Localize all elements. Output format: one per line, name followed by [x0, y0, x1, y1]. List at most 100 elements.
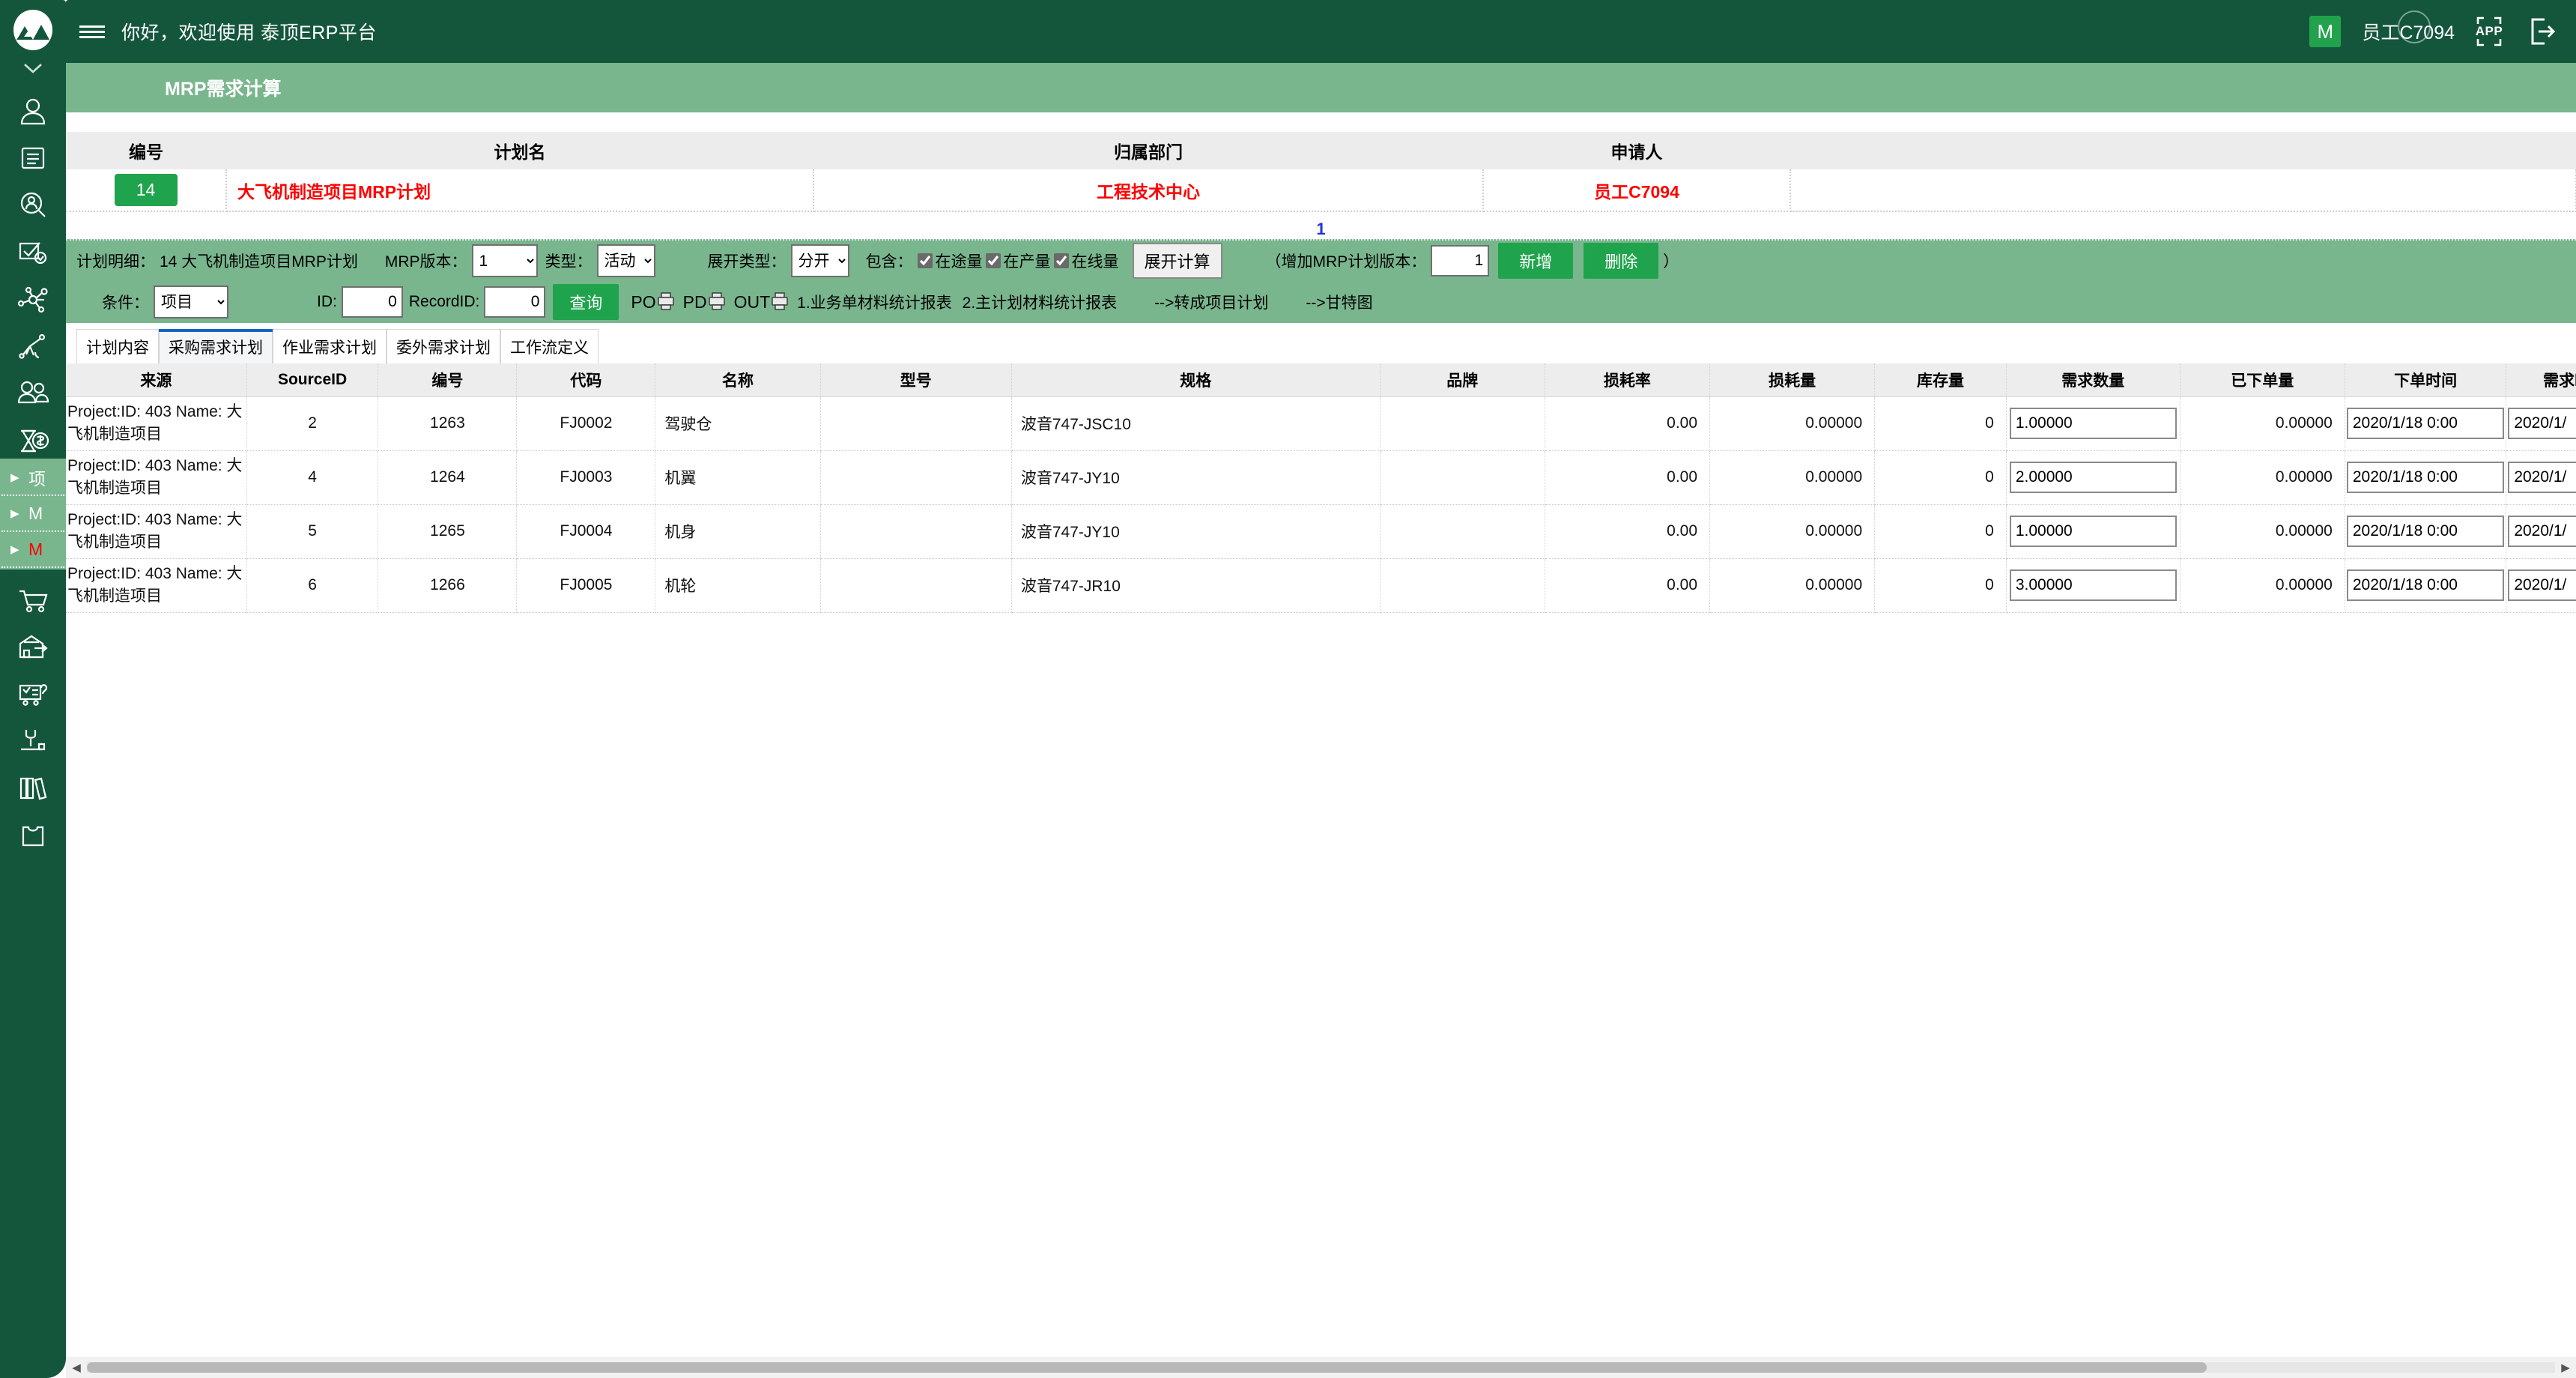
- col-code[interactable]: 编号: [66, 132, 226, 169]
- convert-to-project-plan-link[interactable]: -->转成项目计划: [1154, 291, 1268, 313]
- sidebar-item-people-group[interactable]: [0, 377, 66, 411]
- order-time-input[interactable]: [2346, 516, 2505, 547]
- report-link-business-material[interactable]: 1.业务单材料统计报表: [797, 291, 952, 313]
- table-row[interactable]: Project:ID: 403 Name: 大飞机制造项目 4 1264 FJ0003…: [66, 450, 2576, 505]
- table-row[interactable]: Project:ID: 403 Name: 大飞机制造项目 2 1263 FJ0002…: [66, 396, 2576, 451]
- col-plan-name[interactable]: 计划名: [226, 132, 813, 169]
- applicant-link[interactable]: 员工C7094: [1594, 182, 1679, 202]
- grid-col-loss-rate[interactable]: 损耗率: [1545, 363, 1711, 397]
- expand-calculate-button[interactable]: 展开计算: [1132, 243, 1222, 279]
- scroll-right-arrow[interactable]: ▶: [2555, 1361, 2576, 1374]
- demand-qty-input[interactable]: [2009, 462, 2177, 493]
- col-department[interactable]: 归属部门: [813, 132, 1483, 169]
- table-row[interactable]: Project:ID: 403 Name: 大飞机制造项目 5 1265 FJ0004…: [66, 504, 2576, 559]
- horizontal-scrollbar[interactable]: ◀ ▶: [66, 1357, 2576, 1378]
- report-link-master-plan-material[interactable]: 2.主计划材料统计报表: [963, 291, 1118, 313]
- app-download-icon[interactable]: APP: [2474, 15, 2504, 48]
- grid-col-name[interactable]: 名称: [655, 363, 821, 397]
- grid-col-spec[interactable]: 规格: [1011, 363, 1381, 397]
- sidebar-item-person-search[interactable]: [0, 188, 66, 223]
- sidebar-item-person[interactable]: [0, 94, 66, 128]
- add-button[interactable]: 新增: [1498, 243, 1574, 279]
- expand-type-select[interactable]: 分开: [790, 244, 849, 277]
- sidebar-item-books[interactable]: [0, 771, 66, 806]
- grid-col-demand-qty[interactable]: 需求数量: [2006, 363, 2180, 397]
- code-badge[interactable]: 14: [114, 174, 178, 206]
- mail-badge[interactable]: M: [2309, 16, 2342, 47]
- sidebar-item-cost-finance[interactable]: [0, 424, 66, 459]
- current-user-label[interactable]: 员工C7094: [2362, 10, 2455, 45]
- grid-col-brand[interactable]: 品牌: [1380, 363, 1545, 397]
- grid-col-loss-qty[interactable]: 损耗量: [1709, 363, 1876, 397]
- checkbox-in-production[interactable]: 在产量: [985, 250, 1051, 272]
- sidebar-item-tree-branch[interactable]: [0, 330, 66, 364]
- grid-col-stock-qty[interactable]: 库存量: [1874, 363, 2007, 397]
- scrollbar-thumb[interactable]: [87, 1362, 2207, 1373]
- grid-col-order-time[interactable]: 下单时间: [2345, 363, 2507, 397]
- tab-plan-content[interactable]: 计划内容: [76, 329, 159, 363]
- table-row[interactable]: 14 大飞机制造项目MRP计划 工程技术中心 员工C7094: [66, 169, 2576, 212]
- type-select[interactable]: 活动: [596, 244, 655, 277]
- demand-time-input[interactable]: [2508, 408, 2576, 439]
- order-time-input[interactable]: [2346, 462, 2505, 493]
- sidebar-submenu-item-2[interactable]: ▶ M: [0, 532, 66, 566]
- grid-col-demand-time[interactable]: 需求时: [2506, 363, 2576, 397]
- sidebar-submenu-item-1[interactable]: ▶ M: [0, 496, 66, 531]
- demand-time-input[interactable]: [2508, 462, 2576, 493]
- tab-workflow-definition[interactable]: 工作流定义: [500, 329, 598, 363]
- demand-time-input[interactable]: [2508, 516, 2576, 547]
- grid-col-source[interactable]: 来源: [66, 363, 247, 397]
- sidebar-item-document[interactable]: [0, 141, 66, 175]
- sidebar-submenu-item-0[interactable]: ▶ 项: [0, 460, 66, 495]
- demand-qty-input[interactable]: [2009, 516, 2177, 547]
- sidebar-item-apparel[interactable]: [0, 818, 66, 853]
- print-po-button[interactable]: PO: [631, 292, 674, 312]
- tab-job-demand-plan[interactable]: 作业需求计划: [273, 329, 387, 363]
- checkbox-in-production-input[interactable]: [985, 253, 1001, 268]
- gantt-chart-link[interactable]: -->甘特图: [1306, 291, 1372, 313]
- scroll-left-arrow[interactable]: ◀: [66, 1361, 87, 1374]
- grid-col-code[interactable]: 代码: [516, 363, 656, 397]
- sidebar-item-cart-checklist[interactable]: [0, 677, 66, 711]
- sidebar-item-approval[interactable]: [0, 235, 66, 270]
- id-input[interactable]: [341, 286, 403, 318]
- print-out-button[interactable]: OUT: [734, 292, 789, 312]
- query-button[interactable]: 查询: [553, 284, 619, 320]
- sidebar-submenu[interactable]: ▶ 项 ▶ M ▶ M: [0, 459, 66, 569]
- checkbox-on-line-input[interactable]: [1053, 253, 1069, 268]
- scrollbar-track[interactable]: [87, 1362, 2555, 1373]
- recordid-input[interactable]: [484, 286, 546, 318]
- tab-purchase-demand-plan[interactable]: 采购需求计划: [159, 329, 273, 363]
- sidebar-item-machine-tool[interactable]: [0, 724, 66, 758]
- demand-qty-input[interactable]: [2009, 408, 2177, 439]
- grid-col-ordered-qty[interactable]: 已下单量: [2180, 363, 2345, 397]
- checkbox-on-line[interactable]: 在线量: [1053, 250, 1119, 272]
- add-version-input[interactable]: [1431, 245, 1490, 276]
- left-sidebar[interactable]: ▶ 项 ▶ M ▶ M: [0, 0, 66, 1378]
- hamburger-icon[interactable]: [72, 22, 112, 41]
- chevron-down-icon[interactable]: [18, 55, 48, 81]
- tab-outsource-demand-plan[interactable]: 委外需求计划: [387, 329, 500, 363]
- demand-time-input[interactable]: [2508, 569, 2576, 601]
- logout-icon[interactable]: [2527, 16, 2557, 47]
- delete-button[interactable]: 删除: [1584, 243, 1659, 279]
- grid-col-model[interactable]: 型号: [820, 363, 1012, 397]
- sidebar-item-warehouse[interactable]: [0, 629, 66, 664]
- mountain-logo-icon[interactable]: [7, 4, 58, 55]
- checkbox-in-transit-input[interactable]: [917, 253, 933, 268]
- grid-col-sourceid[interactable]: SourceID: [246, 363, 379, 397]
- sidebar-item-purchase-cart[interactable]: [0, 582, 66, 617]
- col-applicant[interactable]: 申请人: [1483, 132, 1790, 169]
- grid-col-number[interactable]: 编号: [378, 363, 518, 397]
- print-pd-button[interactable]: PD: [683, 292, 725, 312]
- sidebar-item-network[interactable]: [0, 282, 66, 317]
- demand-qty-input[interactable]: [2009, 569, 2177, 601]
- checkbox-in-transit[interactable]: 在途量: [917, 250, 983, 272]
- plan-name-link[interactable]: 大飞机制造项目MRP计划: [237, 182, 431, 202]
- order-time-input[interactable]: [2346, 569, 2505, 601]
- mrp-version-select[interactable]: 1: [471, 244, 538, 277]
- department-link[interactable]: 工程技术中心: [1097, 182, 1200, 202]
- table-row[interactable]: Project:ID: 403 Name: 大飞机制造项目 6 1266 FJ0005…: [66, 558, 2576, 613]
- pager[interactable]: 1: [66, 212, 2576, 239]
- condition-select[interactable]: 项目: [154, 285, 228, 318]
